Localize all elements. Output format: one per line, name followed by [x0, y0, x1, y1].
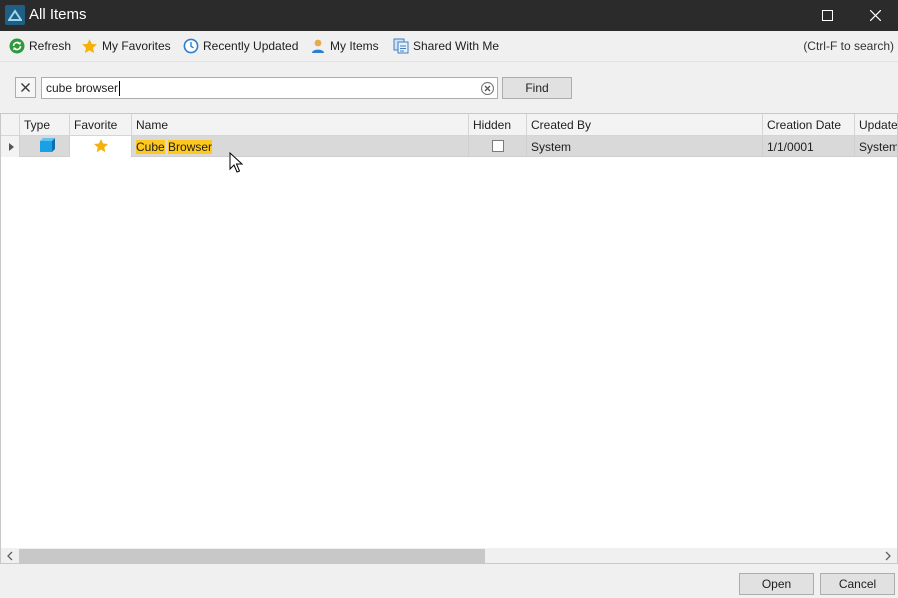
favorite-star-icon[interactable] — [93, 138, 109, 154]
search-input[interactable]: cube browser — [41, 77, 498, 99]
horizontal-scrollbar[interactable] — [1, 548, 897, 563]
hidden-cell — [469, 136, 527, 157]
table-row[interactable]: Cube Browser System 1/1/0001 System — [1, 136, 898, 157]
close-window-button[interactable] — [852, 0, 898, 31]
row-indicator-header — [1, 114, 20, 136]
name-highlight-word-2: Browser — [168, 140, 213, 154]
my-items-button[interactable]: My Items — [309, 37, 379, 55]
open-button[interactable]: Open — [739, 573, 814, 595]
recently-updated-label: Recently Updated — [203, 39, 299, 53]
updated-by-cell: System — [859, 140, 898, 154]
toolbar: Refresh My Favorites Recently Updated My… — [0, 31, 898, 61]
column-header-created-by[interactable]: Created By — [527, 114, 763, 136]
my-favorites-button[interactable]: My Favorites — [81, 37, 171, 55]
favorite-cell[interactable] — [70, 136, 132, 157]
maximize-icon — [821, 10, 833, 21]
close-icon — [869, 10, 881, 21]
cancel-button[interactable]: Cancel — [820, 573, 895, 595]
name-highlight-word-1: Cube — [136, 140, 165, 154]
my-favorites-label: My Favorites — [102, 39, 171, 53]
app-logo-icon — [5, 5, 25, 25]
mouse-pointer-icon — [229, 152, 243, 173]
shared-icon — [392, 38, 409, 55]
search-area: cube browser Find — [0, 61, 898, 113]
column-header-updated[interactable]: Update — [855, 114, 897, 136]
dialog-footer: Open Cancel — [0, 564, 898, 598]
find-button[interactable]: Find — [502, 77, 572, 99]
type-cell — [20, 136, 70, 157]
column-header-type[interactable]: Type — [20, 114, 70, 136]
row-expand-arrow-icon[interactable] — [9, 143, 15, 151]
grid-header: Type Favorite Name Hidden Created By Cre… — [1, 114, 897, 136]
clear-search-button[interactable] — [15, 77, 36, 98]
refresh-label: Refresh — [29, 39, 72, 53]
title-bar: All Items — [0, 0, 898, 31]
column-header-hidden[interactable]: Hidden — [469, 114, 527, 136]
scroll-right-arrow-icon[interactable] — [883, 551, 893, 561]
shared-with-me-label: Shared With Me — [413, 39, 500, 53]
scroll-left-arrow-icon[interactable] — [5, 551, 15, 561]
hidden-checkbox[interactable] — [492, 140, 504, 152]
clear-icon — [21, 83, 30, 92]
star-icon — [81, 38, 98, 55]
items-grid: Type Favorite Name Hidden Created By Cre… — [0, 113, 898, 564]
scrollbar-thumb[interactable] — [19, 549, 485, 563]
window-title: All Items — [29, 6, 87, 23]
my-items-label: My Items — [330, 39, 379, 53]
name-cell[interactable]: Cube Browser — [132, 136, 469, 157]
maximize-button[interactable] — [804, 0, 850, 31]
clear-text-icon[interactable] — [481, 82, 494, 95]
search-shortcut-hint: (Ctrl-F to search) — [803, 39, 894, 53]
column-header-name[interactable]: Name — [132, 114, 469, 136]
column-header-favorite[interactable]: Favorite — [70, 114, 132, 136]
user-icon — [309, 38, 326, 55]
column-header-creation-date[interactable]: Creation Date — [763, 114, 855, 136]
text-caret — [119, 81, 120, 96]
recently-updated-button[interactable]: Recently Updated — [182, 37, 298, 55]
cube-icon — [40, 138, 55, 152]
refresh-button[interactable]: Refresh — [8, 37, 71, 55]
shared-with-me-button[interactable]: Shared With Me — [392, 37, 499, 55]
search-input-value: cube browser — [46, 81, 119, 95]
clock-icon — [182, 38, 199, 55]
row-indicator — [1, 136, 20, 157]
created-by-cell: System — [527, 136, 763, 157]
refresh-icon — [8, 38, 25, 55]
creation-date-cell: 1/1/0001 — [763, 136, 855, 157]
